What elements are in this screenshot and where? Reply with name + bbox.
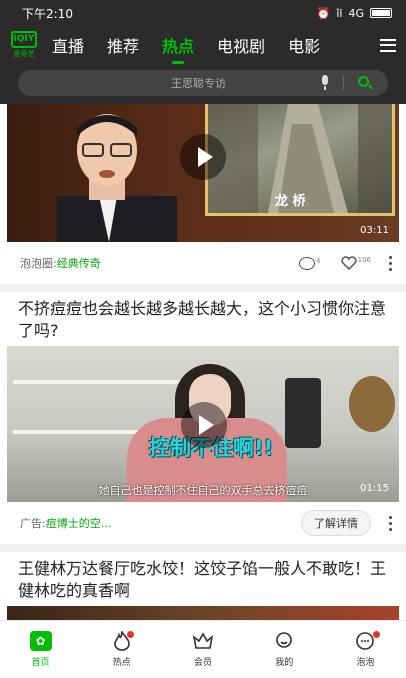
microphone-icon[interactable]	[319, 75, 331, 91]
status-bar: 下午2:10 ⏰ ǐl 4G	[0, 0, 406, 26]
video-meta-row: 泡泡圈: 经典传奇 4 106	[0, 242, 406, 284]
bottom-nav-hot[interactable]: 热点	[81, 621, 162, 678]
search-divider	[343, 76, 344, 90]
more-options-icon[interactable]	[389, 515, 392, 531]
search-placeholder[interactable]: 王思聪专访	[18, 75, 319, 91]
presenter-figure	[57, 114, 177, 242]
channel-tabs: 直播 推荐 热点 电视剧 电影	[52, 33, 380, 64]
alarm-icon: ⏰	[316, 6, 331, 20]
profile-icon	[276, 632, 293, 648]
comment-button[interactable]: 4	[299, 256, 321, 270]
microscope-image	[285, 378, 321, 448]
hamburger-menu-icon[interactable]	[380, 38, 396, 52]
tab-hot[interactable]: 热点	[162, 33, 194, 64]
home-icon: ✿	[29, 631, 52, 651]
bottom-nav-bubble[interactable]: 泡泡	[325, 621, 406, 678]
bottom-nav: ✿ 首页 热点 会员 我的 泡泡	[0, 620, 406, 678]
play-icon[interactable]	[180, 134, 226, 180]
network-label: 4G	[348, 6, 364, 20]
source-prefix: 泡泡圈:	[20, 257, 57, 270]
status-time: 下午2:10	[22, 6, 73, 21]
heart-icon	[340, 256, 357, 270]
bottom-nav-vip[interactable]: 会员	[162, 621, 243, 678]
shelf	[13, 380, 193, 384]
flower-vase-image	[349, 376, 395, 432]
logo-mark: iQIY	[11, 31, 37, 48]
comment-count: 4	[316, 256, 321, 265]
ad-tag: 广告:	[20, 517, 46, 530]
video-title[interactable]: 王健林万达餐厅吃水饺！这饺子馅一般人不敢吃！王健林吃的真香啊	[0, 552, 406, 606]
tab-tv-series[interactable]: 电视剧	[217, 33, 265, 57]
inset-label: 龙 桥	[275, 194, 306, 209]
like-count: 106	[357, 256, 371, 264]
tab-live[interactable]: 直播	[52, 33, 84, 57]
signal-icon: ǐl	[336, 6, 343, 20]
comment-icon	[299, 256, 316, 270]
card-separator	[0, 284, 406, 292]
card-separator	[0, 544, 406, 552]
bottom-nav-label: 热点	[112, 658, 131, 668]
like-button[interactable]: 106	[340, 256, 371, 270]
more-options-icon[interactable]	[389, 255, 392, 271]
learn-more-button[interactable]: 了解详情	[301, 510, 371, 536]
ad-source-link[interactable]: 痘博士的空...	[46, 515, 112, 531]
ad-meta-row: 广告: 痘博士的空... 了解详情	[0, 502, 406, 544]
app-root: 下午2:10 ⏰ ǐl 4G iQIY 爱奇艺 直播 推荐 热点 电视剧 电影	[0, 0, 406, 678]
bottom-nav-profile[interactable]: 我的	[244, 621, 325, 678]
search-bar[interactable]: 王思聪专访	[18, 70, 388, 96]
bottom-nav-label: 会员	[194, 658, 213, 668]
iqiyi-logo[interactable]: iQIY 爱奇艺	[10, 31, 38, 59]
top-header: 下午2:10 ⏰ ǐl 4G iQIY 爱奇艺 直播 推荐 热点 电视剧 电影	[0, 0, 406, 104]
logo-subtext: 爱奇艺	[13, 50, 35, 58]
search-icon[interactable]	[356, 74, 374, 92]
video-thumbnail[interactable]	[7, 606, 399, 620]
top-nav: iQIY 爱奇艺 直播 推荐 热点 电视剧 电影	[0, 26, 406, 64]
bottom-nav-label: 首页	[31, 658, 50, 668]
tab-recommend[interactable]: 推荐	[107, 33, 139, 57]
video-duration: 03:11	[360, 225, 389, 236]
notification-dot	[127, 631, 135, 638]
bottom-nav-home[interactable]: ✿ 首页	[0, 621, 81, 678]
bottom-nav-label: 我的	[275, 658, 294, 668]
video-caption: 她自己也是控制不住自己的双手总去挤痘痘	[98, 484, 308, 497]
battery-icon	[370, 8, 392, 18]
crown-icon	[192, 632, 214, 649]
bottom-nav-label: 泡泡	[356, 658, 375, 668]
video-feed[interactable]: 龙 桥 03:11 泡泡圈: 经典传奇 4 106 不挤痘痘也会越长越多越长越大…	[0, 104, 406, 620]
status-icons: ⏰ ǐl 4G	[317, 7, 392, 20]
video-thumbnail[interactable]: 龙 桥 03:11	[7, 104, 399, 242]
notification-dot	[372, 631, 380, 638]
play-icon[interactable]	[181, 402, 227, 448]
video-thumbnail[interactable]: 控制不住啊!! 她自己也是控制不住自己的双手总去挤痘痘 01:15	[7, 346, 399, 502]
video-duration: 01:15	[360, 483, 389, 494]
video-title[interactable]: 不挤痘痘也会越长越多越长越大，这个小习惯你注意了吗?	[0, 292, 406, 346]
tab-movies[interactable]: 电影	[288, 33, 320, 57]
source-name-link[interactable]: 经典传奇	[57, 255, 101, 271]
